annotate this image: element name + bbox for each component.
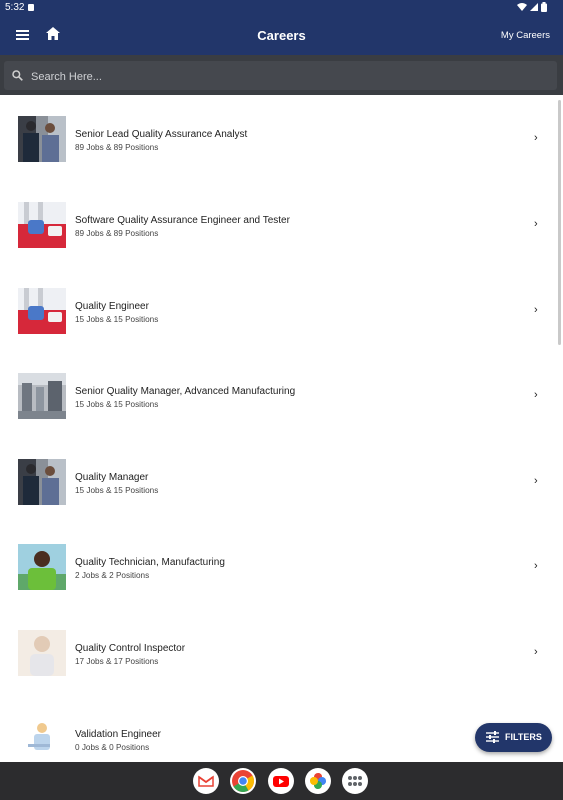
filters-button[interactable]: FILTERS [475,723,552,752]
career-counts: 17 Jobs & 17 Positions [75,657,159,666]
career-thumbnail [18,630,66,676]
career-counts: 15 Jobs & 15 Positions [75,400,159,409]
career-list-item[interactable]: Senior Quality Manager, Advanced Manufac… [0,353,550,438]
career-list-item[interactable]: Quality Technician, Manufacturing 2 Jobs… [0,524,550,609]
photos-icon[interactable] [305,768,331,794]
filter-sliders-icon [486,731,499,743]
filters-label: FILTERS [505,732,542,742]
career-title: Quality Manager [75,472,149,483]
career-counts: 15 Jobs & 15 Positions [75,315,159,324]
youtube-icon[interactable] [268,768,294,794]
search-icon [12,70,23,81]
signal-icon [530,3,538,11]
career-counts: 0 Jobs & 0 Positions [75,743,150,752]
career-thumbnail [18,116,66,162]
search-bar [0,55,563,95]
career-list: Senior Lead Quality Assurance Analyst 89… [0,96,563,761]
chrome-icon[interactable] [230,768,256,794]
gmail-icon[interactable] [193,768,219,794]
career-thumbnail [18,288,66,334]
career-title: Senior Lead Quality Assurance Analyst [75,129,248,140]
career-list-item[interactable]: Software Quality Assurance Engineer and … [0,182,550,267]
app-drawer-icon[interactable] [342,768,368,794]
career-list-item[interactable]: Senior Lead Quality Assurance Analyst 89… [0,96,550,181]
nav-dock [0,762,563,800]
career-title: Senior Quality Manager, Advanced Manufac… [75,386,296,397]
career-thumbnail [18,716,66,761]
chevron-right-icon: › [534,218,538,230]
career-list-item[interactable]: Quality Engineer 15 Jobs & 15 Positions … [0,268,550,353]
career-thumbnail [18,544,66,590]
career-list-item[interactable]: Quality Manager 15 Jobs & 15 Positions › [0,439,550,524]
career-counts: 2 Jobs & 2 Positions [75,571,150,580]
chevron-right-icon: › [534,646,538,658]
career-title: Quality Technician, Manufacturing [75,557,225,568]
notification-icon [28,4,34,11]
career-title: Quality Control Inspector [75,643,186,654]
status-time: 5:32 [5,2,25,13]
page-title: Careers [257,28,306,43]
chevron-right-icon: › [534,475,538,487]
career-list-item[interactable]: Quality Control Inspector 17 Jobs & 17 P… [0,610,550,695]
career-list-item[interactable]: Validation Engineer 0 Jobs & 0 Positions… [0,696,550,761]
career-thumbnail [18,459,66,505]
career-title: Quality Engineer [75,301,149,312]
career-thumbnail [18,373,66,419]
career-title: Software Quality Assurance Engineer and … [75,215,290,226]
status-icons [517,2,547,12]
my-careers-link[interactable]: My Careers [501,30,550,41]
battery-icon [541,2,547,12]
chevron-right-icon: › [534,304,538,316]
career-thumbnail [18,202,66,248]
career-counts: 89 Jobs & 89 Positions [75,143,159,152]
chevron-right-icon: › [534,560,538,572]
career-title: Validation Engineer [75,729,161,740]
chevron-right-icon: › [534,132,538,144]
chevron-right-icon: › [534,389,538,401]
career-counts: 15 Jobs & 15 Positions [75,486,159,495]
search-input[interactable] [29,61,533,92]
app-bar: 5:32 Careers My Careers [0,0,563,55]
scrollbar[interactable] [558,100,561,345]
search-box[interactable] [4,61,557,92]
wifi-icon [517,3,527,11]
career-counts: 89 Jobs & 89 Positions [75,229,159,238]
